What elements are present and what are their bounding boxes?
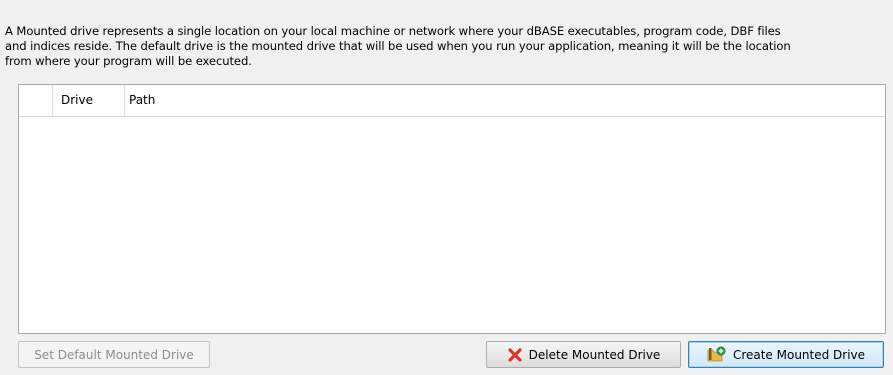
column-header-drive[interactable]: Drive [53,85,125,116]
delete-label: Delete Mounted Drive [528,347,661,362]
create-mounted-drive-button[interactable]: Create Mounted Drive [688,341,884,368]
column-header-selector[interactable] [19,85,53,116]
mounted-drives-table[interactable]: Drive Path [18,84,886,334]
description-text: A Mounted drive represents a single loca… [5,24,889,69]
folder-add-icon [707,346,727,363]
set-default-label: Set Default Mounted Drive [34,347,194,362]
delete-mounted-drive-button[interactable]: Delete Mounted Drive [486,341,681,368]
description-line-2: and indices reside. The default drive is… [5,39,791,53]
red-x-icon [507,347,523,363]
set-default-mounted-drive-button[interactable]: Set Default Mounted Drive [18,341,210,368]
description-line-1: A Mounted drive represents a single loca… [5,24,781,38]
table-header: Drive Path [19,85,885,117]
column-header-path[interactable]: Path [126,85,155,116]
create-label: Create Mounted Drive [732,347,866,362]
description-line-3: from where your program will be executed… [5,54,252,68]
mounted-drive-panel: A Mounted drive represents a single loca… [0,0,893,375]
